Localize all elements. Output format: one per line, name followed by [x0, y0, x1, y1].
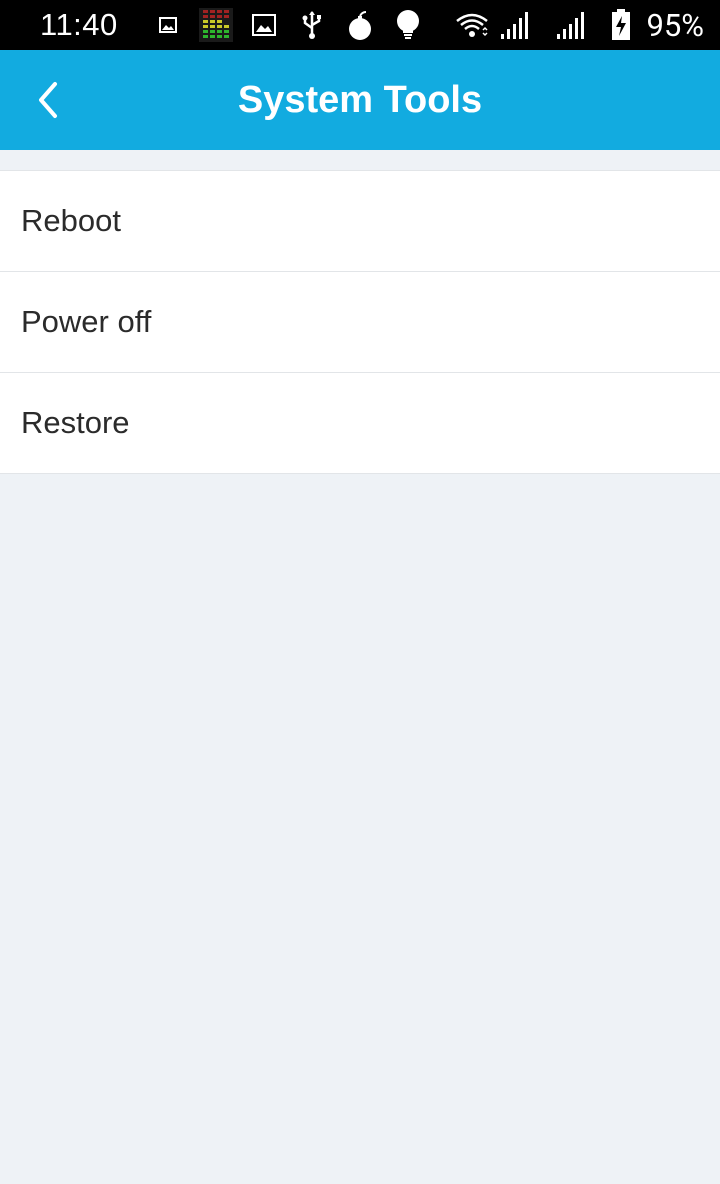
signal-icon: [498, 0, 532, 50]
wifi-icon: [454, 0, 490, 50]
usb-icon: [298, 0, 326, 50]
signal-icon: [554, 0, 588, 50]
battery-charging-icon: [610, 0, 632, 50]
list-item-label: Reboot: [21, 203, 121, 238]
list-item-label: Power off: [21, 304, 152, 339]
power-off-item[interactable]: Power off: [0, 272, 720, 373]
gallery-icon: [250, 0, 278, 50]
list-item-label: Restore: [21, 405, 130, 440]
image-icon: [158, 0, 178, 50]
equalizer-app-icon: [198, 0, 234, 50]
app-bar: System Tools: [0, 50, 720, 150]
notification-icons: [138, 0, 422, 50]
lightbulb-icon: [394, 0, 422, 50]
bomb-icon: [346, 0, 374, 50]
reboot-item[interactable]: Reboot: [0, 171, 720, 272]
battery-percent: 95%: [646, 6, 704, 44]
back-button[interactable]: [24, 76, 72, 124]
system-status-icons: 95%: [454, 0, 704, 50]
chevron-left-icon: [39, 82, 57, 118]
status-time: 11:40: [40, 7, 118, 42]
page-title: System Tools: [237, 78, 483, 121]
status-bar: 11:40 95%: [0, 0, 720, 50]
restore-item[interactable]: Restore: [0, 373, 720, 474]
system-tools-list: Reboot Power off Restore: [0, 170, 720, 474]
